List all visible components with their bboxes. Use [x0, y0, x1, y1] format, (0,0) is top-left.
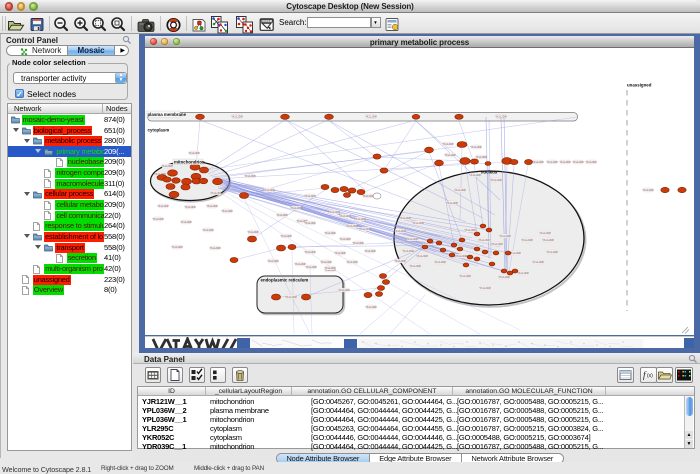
svg-text:YKL120W: YKL120W	[642, 189, 654, 192]
svg-text:YKL120W: YKL120W	[469, 174, 481, 177]
svg-text:YKL120W: YKL120W	[221, 210, 233, 213]
svg-text:YKL120W: YKL120W	[409, 265, 421, 268]
svg-text:unassigned: unassigned	[627, 83, 652, 88]
svg-text:YKL120W: YKL120W	[346, 225, 358, 228]
svg-text:YKL120W: YKL120W	[394, 260, 406, 263]
svg-text:YKL120W: YKL120W	[478, 239, 490, 242]
svg-text:YKL120W: YKL120W	[339, 215, 351, 218]
svg-text:YKL120W: YKL120W	[394, 230, 406, 233]
svg-text:YKL120W: YKL120W	[559, 161, 571, 164]
svg-text:YKL120W: YKL120W	[324, 267, 336, 270]
svg-text:YKL120W: YKL120W	[352, 242, 364, 245]
svg-text:nucleus: nucleus	[481, 170, 498, 175]
svg-text:YKL120W: YKL120W	[346, 261, 358, 264]
svg-text:YKL120W: YKL120W	[459, 275, 471, 278]
svg-text:YKL120W: YKL120W	[263, 189, 275, 192]
svg-text:YKL120W: YKL120W	[539, 232, 551, 235]
svg-text:YKL120W: YKL120W	[354, 218, 366, 221]
svg-text:YKL120W: YKL120W	[406, 238, 418, 241]
svg-text:YKL120W: YKL120W	[290, 207, 302, 210]
svg-text:YKL120W: YKL120W	[455, 255, 467, 258]
svg-text:YKL120W: YKL120W	[585, 161, 597, 164]
svg-text:YKL120W: YKL120W	[532, 261, 544, 264]
svg-text:YKL120W: YKL120W	[338, 289, 350, 292]
svg-text:YKL120W: YKL120W	[304, 251, 316, 254]
svg-text:YKL120W: YKL120W	[161, 165, 173, 168]
svg-text:YKL120W: YKL120W	[546, 251, 558, 254]
svg-text:plasma membrane: plasma membrane	[148, 112, 187, 117]
svg-text:YKL120W: YKL120W	[320, 261, 332, 264]
svg-text:YKL120W: YKL120W	[364, 250, 376, 253]
svg-text:mitochondrion: mitochondrion	[174, 160, 205, 165]
svg-text:YKL120W: YKL120W	[416, 255, 428, 258]
svg-text:YKL120W: YKL120W	[475, 156, 487, 159]
svg-text:YKL120W: YKL120W	[305, 266, 317, 269]
svg-text:YKL120W: YKL120W	[365, 116, 377, 119]
svg-text:endoplasmic reticulum: endoplasmic reticulum	[261, 278, 309, 283]
svg-text:YKL120W: YKL120W	[464, 229, 476, 232]
svg-text:YKL120W: YKL120W	[454, 189, 466, 192]
svg-text:YKL120W: YKL120W	[202, 229, 214, 232]
svg-text:YKL120W: YKL120W	[499, 235, 511, 238]
svg-text:YKL120W: YKL120W	[267, 260, 279, 263]
svg-text:YKL120W: YKL120W	[402, 250, 414, 253]
svg-text:YKL120W: YKL120W	[180, 221, 192, 224]
svg-text:YKL120W: YKL120W	[276, 214, 288, 217]
svg-text:YKL120W: YKL120W	[328, 211, 340, 214]
svg-text:YKL120W: YKL120W	[444, 154, 456, 157]
svg-text:(x): (x)	[647, 373, 653, 379]
svg-text:YKL120W: YKL120W	[491, 243, 503, 246]
svg-text:YKL120W: YKL120W	[498, 276, 510, 279]
svg-text:YKL120W: YKL120W	[324, 232, 336, 235]
svg-text:YKL120W: YKL120W	[495, 116, 507, 119]
svg-text:YKL120W: YKL120W	[517, 272, 529, 275]
svg-text:YKL120W: YKL120W	[546, 161, 558, 164]
svg-text:YKL120W: YKL120W	[244, 175, 256, 178]
svg-text:YKL120W: YKL120W	[152, 218, 164, 221]
svg-text:YKL120W: YKL120W	[157, 205, 169, 208]
svg-text:YKL120W: YKL120W	[209, 247, 221, 250]
svg-text:YKL120W: YKL120W	[521, 239, 533, 242]
svg-text:YKL120W: YKL120W	[247, 231, 259, 234]
svg-text:YKL120W: YKL120W	[280, 235, 292, 238]
svg-text:YKL120W: YKL120W	[210, 192, 222, 195]
svg-text:YKL120W: YKL120W	[442, 143, 454, 146]
svg-text:YKL120W: YKL120W	[490, 179, 502, 182]
svg-text:YKL120W: YKL120W	[339, 238, 351, 241]
svg-text:YKL120W: YKL120W	[184, 206, 196, 209]
svg-text:cytoplasm: cytoplasm	[148, 128, 170, 133]
svg-text:YKL120W: YKL120W	[446, 202, 458, 205]
svg-text:YKL120W: YKL120W	[399, 217, 411, 220]
svg-text:YKL120W: YKL120W	[206, 205, 218, 208]
svg-text:YKL120W: YKL120W	[304, 195, 316, 198]
svg-text:YKL120W: YKL120W	[171, 246, 183, 249]
svg-text:YKL120W: YKL120W	[285, 296, 297, 299]
svg-text:YKL120W: YKL120W	[412, 222, 424, 225]
svg-text:YKL120W: YKL120W	[542, 239, 554, 242]
svg-text:YKL120W: YKL120W	[532, 161, 544, 164]
svg-text:YKL120W: YKL120W	[572, 161, 584, 164]
svg-text:YKL120W: YKL120W	[304, 222, 316, 225]
svg-text:YKL120W: YKL120W	[188, 152, 200, 155]
svg-text:YKL120W: YKL120W	[231, 116, 243, 119]
svg-text:YKL120W: YKL120W	[334, 252, 346, 255]
svg-text:YKL120W: YKL120W	[434, 261, 446, 264]
svg-text:YKL120W: YKL120W	[359, 228, 371, 231]
svg-text:YKL120W: YKL120W	[362, 195, 374, 198]
svg-text:YKL120W: YKL120W	[470, 146, 482, 149]
svg-text:YKL120W: YKL120W	[365, 306, 377, 309]
svg-text:YKL120W: YKL120W	[479, 287, 491, 290]
